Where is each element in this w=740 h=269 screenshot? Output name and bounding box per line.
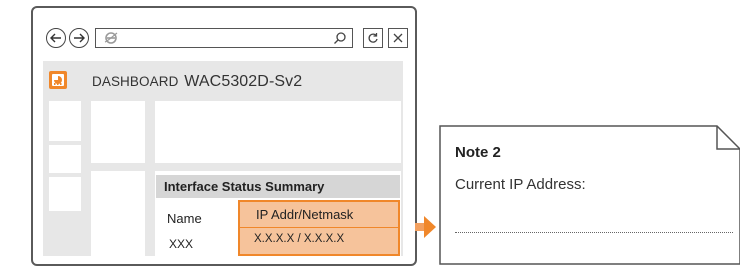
column-header-name: Name	[167, 211, 202, 226]
column-header-ip: IP Addr/Netmask	[256, 207, 354, 222]
note-title: Note 2	[455, 144, 501, 161]
table-cell-name: XXX	[169, 237, 194, 251]
browser-window: DASHBOARD WAC5302D-Sv2 Interface Status …	[31, 6, 417, 266]
device-model: WAC5302D-Sv2	[184, 73, 303, 90]
arrow-right-icon	[415, 216, 436, 238]
sidebar-item[interactable]	[49, 177, 81, 211]
forward-arrow-icon[interactable]	[69, 28, 89, 48]
table-cell-ip: X.X.X.X / X.X.X.X	[254, 233, 345, 245]
content-panel	[155, 101, 401, 163]
section-label: DASHBOARD	[92, 74, 179, 89]
refresh-icon[interactable]	[363, 28, 383, 48]
panel-title: Interface Status Summary	[156, 175, 400, 198]
sidebar-item[interactable]	[49, 145, 81, 173]
note-write-line[interactable]	[455, 232, 733, 233]
page-title: DASHBOARD WAC5302D-Sv2	[92, 73, 302, 91]
back-arrow-icon[interactable]	[46, 28, 66, 48]
page-content: DASHBOARD WAC5302D-Sv2 Interface Status …	[43, 61, 403, 256]
sidebar-item[interactable]	[49, 101, 81, 141]
content-panel	[91, 101, 145, 163]
note-text: Current IP Address:	[455, 176, 586, 193]
ip-address-highlight: IP Addr/Netmask X.X.X.X / X.X.X.X	[238, 200, 400, 256]
dashboard-logo-icon	[49, 71, 67, 89]
divider	[240, 227, 398, 228]
content-panel	[91, 171, 145, 256]
close-icon[interactable]	[388, 28, 408, 48]
internet-explorer-icon	[104, 31, 118, 50]
search-icon[interactable]	[333, 31, 347, 50]
address-bar[interactable]	[95, 28, 353, 48]
